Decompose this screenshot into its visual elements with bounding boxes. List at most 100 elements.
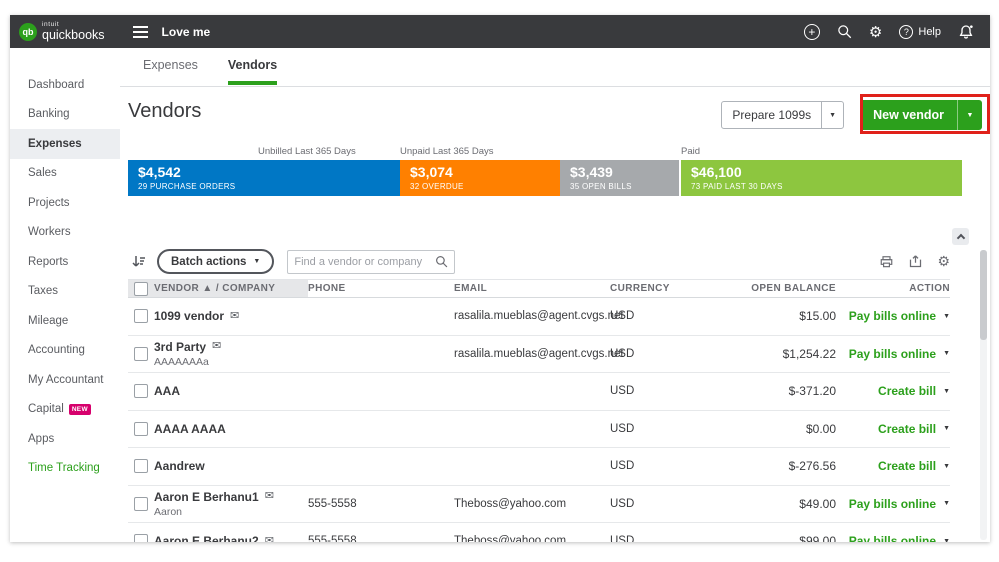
row-action-link[interactable]: Create bill: [878, 422, 936, 436]
batch-actions-button[interactable]: Batch actions: [157, 249, 275, 274]
vendor-name-link[interactable]: 3rd Party: [154, 340, 206, 354]
scrollbar-thumb[interactable]: [980, 250, 987, 340]
export-icon[interactable]: [908, 254, 923, 269]
sidebar-item-apps[interactable]: Apps: [10, 424, 120, 454]
row-checkbox[interactable]: [134, 421, 148, 436]
help-icon: [899, 24, 914, 39]
sidebar-item-reports[interactable]: Reports: [10, 247, 120, 277]
vendor-open-balance: $49.00: [799, 496, 836, 511]
moneybar-label-unpaid: Unpaid Last 365 Days: [400, 146, 494, 157]
sidebar-item-mileage[interactable]: Mileage: [10, 306, 120, 336]
tab-expenses[interactable]: Expenses: [143, 58, 198, 85]
create-plus-icon[interactable]: [803, 23, 820, 40]
row-checkbox[interactable]: [134, 309, 148, 324]
qb-logo-icon: qb: [19, 22, 37, 41]
moneybar-segment-purchase-orders[interactable]: $4,542 29 PURCHASE ORDERS: [128, 160, 400, 196]
vendor-email: Theboss@yahoo.com: [454, 497, 567, 510]
quickbooks-logo[interactable]: qb intuit quickbooks: [10, 21, 105, 42]
new-vendor-button[interactable]: New vendor: [860, 100, 982, 130]
sidebar-item-projects[interactable]: Projects: [10, 188, 120, 218]
vendor-name-link[interactable]: AAAA AAAA: [154, 422, 226, 436]
row-checkbox[interactable]: [134, 534, 148, 542]
row-action-link[interactable]: Create bill: [878, 384, 936, 398]
action-chevron-down-icon[interactable]: [943, 313, 950, 320]
chevron-down-icon: [967, 112, 974, 119]
column-phone[interactable]: PHONE: [308, 280, 454, 297]
column-currency[interactable]: CURRENCY: [610, 280, 688, 297]
action-chevron-down-icon[interactable]: [943, 425, 950, 432]
vendor-email: rasalila.mueblas@agent.cvgs.net: [454, 347, 624, 360]
sidebar-item-workers[interactable]: Workers: [10, 218, 120, 248]
sidebar-item-capital[interactable]: Capital NEW: [10, 395, 120, 425]
sidebar-item-time-tracking[interactable]: Time Tracking: [10, 454, 120, 484]
envelope-icon: [265, 536, 274, 542]
row-action-link[interactable]: Pay bills online: [849, 534, 936, 542]
vendor-name-link[interactable]: AAA: [154, 384, 180, 398]
company-name: Love me: [161, 24, 211, 39]
row-action-link[interactable]: Pay bills online: [849, 347, 936, 361]
sidebar-item-my-accountant[interactable]: My Accountant: [10, 365, 120, 395]
vendor-name-link[interactable]: Aandrew: [154, 459, 205, 473]
money-bar: $4,542 29 PURCHASE ORDERS $3,074 32 OVER…: [128, 160, 962, 196]
row-checkbox[interactable]: [134, 346, 148, 361]
header-buttons: Prepare 1099s New vendor: [721, 100, 982, 130]
tab-vendors[interactable]: Vendors: [227, 58, 278, 85]
moneybar-segment-paid[interactable]: $46,100 73 PAID LAST 30 DAYS: [681, 160, 962, 196]
vendor-currency: USD: [610, 422, 635, 435]
sidebar-item-banking[interactable]: Banking: [10, 100, 120, 130]
vendor-currency: USD: [610, 385, 635, 398]
help-label: Help: [918, 25, 941, 38]
moneybar-label-paid: Paid: [681, 146, 701, 157]
action-chevron-down-icon[interactable]: [943, 500, 950, 507]
collapse-chevron-up-icon[interactable]: [952, 228, 969, 245]
action-chevron-down-icon[interactable]: [943, 350, 950, 357]
row-action-link[interactable]: Pay bills online: [849, 309, 936, 323]
vendor-email: [454, 373, 610, 410]
action-chevron-down-icon[interactable]: [943, 463, 950, 470]
vendor-name-link[interactable]: Aaron E Berhanu2: [154, 534, 259, 542]
new-vendor-dropdown[interactable]: [957, 100, 982, 130]
scrollbar-track[interactable]: [980, 250, 987, 540]
vendor-name-link[interactable]: Aaron E Berhanu1: [154, 490, 259, 504]
vendor-table-body: 1099 vendor rasalila.mueblas@agent.cvgs.…: [128, 298, 950, 542]
column-email[interactable]: EMAIL: [454, 280, 610, 297]
row-action-link[interactable]: Pay bills online: [849, 497, 936, 511]
row-action-link[interactable]: Create bill: [878, 459, 936, 473]
sidebar-item-taxes[interactable]: Taxes: [10, 277, 120, 307]
row-checkbox[interactable]: [134, 384, 148, 399]
notifications-bell-icon[interactable]: [958, 24, 974, 40]
hamburger-menu-icon[interactable]: [132, 23, 148, 41]
sort-icon[interactable]: [131, 254, 147, 270]
tabs-divider: [120, 86, 990, 87]
search-icon[interactable]: [435, 255, 448, 268]
vendor-name-link[interactable]: 1099 vendor: [154, 309, 224, 323]
sidebar-item-dashboard[interactable]: Dashboard: [10, 70, 120, 100]
sidebar-item-sales[interactable]: Sales: [10, 159, 120, 189]
sidebar: Dashboard Banking Expenses Sales Project…: [10, 48, 120, 542]
moneybar-segment-overdue[interactable]: $3,074 32 OVERDUE: [400, 160, 560, 196]
column-vendor[interactable]: VENDOR ▲ / COMPANY: [154, 280, 308, 297]
new-vendor-label: New vendor: [873, 108, 944, 122]
vendor-open-balance: $0.00: [805, 421, 836, 436]
select-all-checkbox[interactable]: [134, 281, 148, 296]
moneybar-segment-open-bills[interactable]: $3,439 35 OPEN BILLS: [560, 160, 679, 196]
vendor-phone: 555-5558: [308, 497, 357, 510]
gear-icon[interactable]: [869, 23, 882, 41]
envelope-icon: [212, 341, 221, 352]
search-icon[interactable]: [837, 24, 852, 39]
sidebar-item-accounting[interactable]: Accounting: [10, 336, 120, 366]
main-content: Expenses Vendors Vendors Prepare 1099s N…: [120, 48, 990, 542]
row-checkbox[interactable]: [134, 496, 148, 511]
table-settings-gear-icon[interactable]: [937, 253, 950, 270]
prepare-1099s-button[interactable]: Prepare 1099s: [721, 101, 845, 129]
print-icon[interactable]: [879, 255, 894, 269]
help-button[interactable]: Help: [899, 24, 941, 39]
action-chevron-down-icon[interactable]: [943, 388, 950, 395]
column-open-balance[interactable]: OPEN BALANCE: [688, 280, 836, 297]
row-checkbox[interactable]: [134, 459, 148, 474]
vendor-currency: USD: [610, 497, 635, 510]
prepare-1099s-dropdown[interactable]: [821, 102, 843, 128]
vendor-search-input[interactable]: [294, 255, 436, 268]
sidebar-item-expenses[interactable]: Expenses: [10, 129, 120, 159]
action-chevron-down-icon[interactable]: [943, 538, 950, 542]
